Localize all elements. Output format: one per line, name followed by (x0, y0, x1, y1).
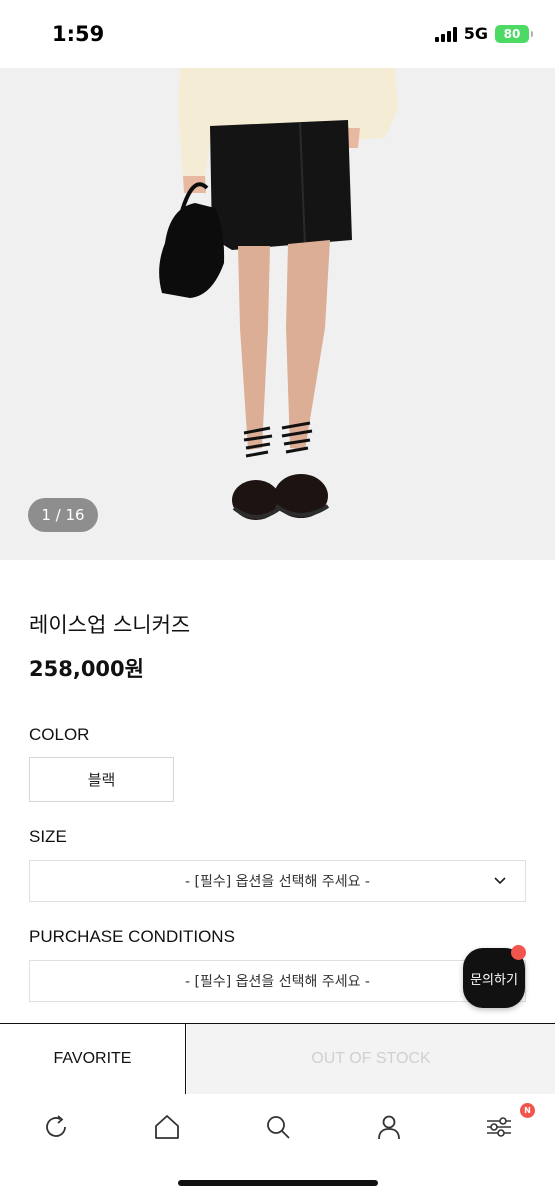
purchase-conditions-select[interactable]: - [필수] 옵션을 선택해 주세요 - (29, 960, 526, 1002)
nav-new-badge: N (520, 1103, 535, 1118)
action-bar: FAVORITE OUT OF STOCK (0, 1023, 555, 1094)
size-label: SIZE (29, 827, 67, 846)
product-photo (0, 68, 555, 560)
product-price: 258,000원 (29, 657, 144, 681)
network-type: 5G (463, 24, 488, 43)
status-indicators: 5G 80 (434, 24, 533, 43)
color-label: COLOR (29, 725, 90, 744)
settings-sliders-icon[interactable] (484, 1112, 514, 1142)
out-of-stock-button: OUT OF STOCK (187, 1024, 555, 1094)
purchase-conditions-label: PURCHASE CONDITIONS (29, 927, 235, 946)
refresh-icon[interactable] (41, 1112, 71, 1142)
size-select-placeholder: - [필수] 옵션을 선택해 주세요 - (185, 874, 370, 890)
size-select[interactable]: - [필수] 옵션을 선택해 주세요 - (29, 860, 526, 902)
favorite-button-label: FAVORITE (53, 1050, 132, 1067)
signal-icon (434, 26, 457, 42)
home-icon[interactable] (152, 1112, 182, 1142)
image-counter: 1 / 16 (28, 498, 98, 532)
user-icon[interactable] (374, 1112, 404, 1142)
chevron-down-icon (494, 877, 506, 885)
product-image[interactable]: 1 / 16 (0, 68, 555, 560)
purchase-conditions-placeholder: - [필수] 옵션을 선택해 주세요 - (185, 974, 370, 990)
status-time: 1:59 (52, 22, 105, 46)
color-option-black[interactable]: 블랙 (29, 757, 174, 802)
product-name: 레이스업 스니커즈 (29, 613, 191, 637)
home-indicator (178, 1180, 378, 1186)
status-bar: 1:59 5G 80 (0, 0, 555, 68)
favorite-button[interactable]: FAVORITE (0, 1024, 186, 1094)
inquiry-button-label: 문의하기 (470, 972, 518, 988)
color-option-label: 블랙 (87, 771, 116, 789)
out-of-stock-label: OUT OF STOCK (311, 1050, 431, 1067)
battery-icon: 80 (495, 24, 533, 43)
search-icon[interactable] (263, 1112, 293, 1142)
inquiry-notification-dot (511, 945, 526, 960)
battery-level: 80 (503, 26, 521, 41)
